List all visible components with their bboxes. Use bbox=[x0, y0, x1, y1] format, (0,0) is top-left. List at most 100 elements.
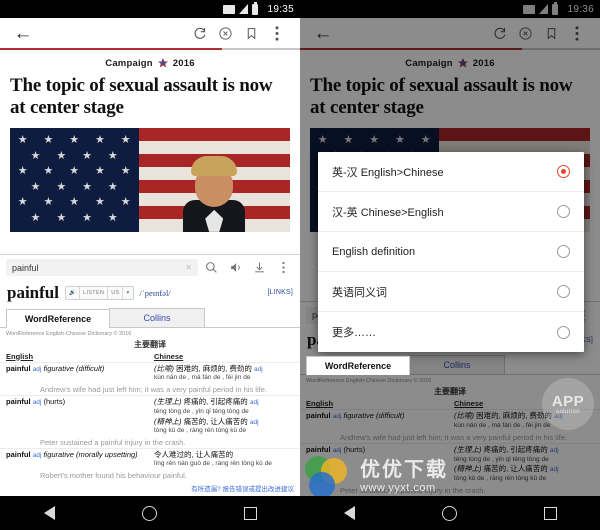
def-pinyin: lìng rén nán guò de , ràng rén tòng kǔ d… bbox=[154, 460, 272, 468]
def-chinese: 令人难过的, 让人痛苦的 bbox=[154, 450, 234, 460]
status-time: 19:35 bbox=[267, 3, 294, 15]
signal-icon bbox=[239, 4, 249, 14]
phonetic-transcription: /ˈpeɪnfəl/ bbox=[139, 287, 171, 298]
refresh-icon[interactable] bbox=[186, 20, 212, 46]
radio-icon[interactable] bbox=[557, 325, 570, 339]
dictionary-mode-dialog: 英-汉 English>Chinese 汉-英 Chinese>English … bbox=[318, 152, 584, 352]
radio-icon[interactable] bbox=[557, 165, 570, 178]
left-phone-screen: 19:35 ← Campaign 2016 The topic of sexua… bbox=[0, 0, 300, 530]
report-error-link[interactable]: 有所遗漏? 报告错误或提出改进建议 bbox=[0, 481, 300, 496]
nav-back-icon[interactable] bbox=[43, 506, 55, 520]
kicker-post-label: 2016 bbox=[172, 57, 195, 69]
entry-pos: adj bbox=[32, 399, 42, 407]
wifi-icon bbox=[223, 4, 236, 14]
dictionary-overflow-icon[interactable] bbox=[272, 257, 294, 279]
appsolution-watermark: APP solution bbox=[542, 378, 594, 430]
def-chinese: 困难的, 麻烦的, 费劲的 bbox=[176, 363, 252, 373]
watermark-brand-url: www.yyxt.com bbox=[360, 482, 436, 494]
bookmark-icon[interactable] bbox=[238, 20, 264, 46]
site-logo-watermark bbox=[305, 456, 349, 498]
watermark-brand-cn: 优优下载 bbox=[360, 459, 448, 481]
clear-icon[interactable]: ✕ bbox=[185, 263, 192, 272]
option-label: 英语同义词 bbox=[332, 286, 387, 299]
dialog-option-english-chinese[interactable]: 英-汉 English>Chinese bbox=[318, 152, 584, 192]
def-pos: adj bbox=[254, 365, 263, 373]
system-nav-bar bbox=[300, 496, 600, 530]
entry-sense: figurative (morally upsetting) bbox=[43, 450, 138, 460]
dictionary-sheet: painful ✕ painful 🔊 bbox=[0, 253, 300, 496]
browser-toolbar: ← bbox=[0, 18, 300, 48]
entry-pos: adj bbox=[32, 365, 42, 373]
watermark-app-label: APP bbox=[551, 392, 585, 410]
entry-headword: painful bbox=[6, 397, 31, 407]
links-button[interactable]: [LINKS] bbox=[267, 289, 293, 296]
def-marker: (生理上) bbox=[154, 397, 182, 407]
tab-wordreference[interactable]: WordReference bbox=[306, 356, 410, 376]
overflow-menu-icon[interactable] bbox=[264, 20, 290, 46]
def-pinyin: kùn nán de , má fán de , fèi jìn de bbox=[154, 374, 251, 382]
speaker-icon[interactable] bbox=[224, 257, 246, 279]
section-title: 主要翻译 bbox=[134, 339, 166, 349]
tab-wordreference[interactable]: WordReference bbox=[6, 308, 110, 328]
screenshot-stage: 19:35 ← Campaign 2016 The topic of sexua… bbox=[0, 0, 600, 530]
radio-icon[interactable] bbox=[557, 205, 570, 218]
back-arrow-icon[interactable]: ← bbox=[10, 20, 36, 46]
nav-recents-icon[interactable] bbox=[543, 506, 557, 520]
dialog-option-more[interactable]: 更多…… bbox=[318, 312, 584, 352]
option-label: 更多…… bbox=[332, 327, 376, 339]
campaign-star-icon bbox=[157, 57, 169, 69]
nav-recents-icon[interactable] bbox=[243, 506, 257, 520]
listen-label: LISTEN bbox=[79, 286, 107, 299]
entry-headword: painful bbox=[6, 363, 31, 373]
def-pinyin: tòng kǔ de , ràng rén tòng kǔ de bbox=[154, 427, 247, 435]
def-chinese: 疼痛的, 引起疼痛的 bbox=[183, 397, 248, 407]
headword: painful bbox=[7, 282, 59, 302]
option-label: 汉-英 Chinese>English bbox=[332, 206, 444, 219]
status-bar: 19:35 bbox=[0, 0, 300, 18]
table-row: painful adj (hurts) (生理上) 疼痛的, 引起疼痛的 adj… bbox=[0, 395, 300, 437]
def-pos: adj bbox=[249, 399, 259, 407]
search-input[interactable]: painful ✕ bbox=[6, 259, 198, 277]
nav-back-icon[interactable] bbox=[343, 506, 355, 520]
dictionary-tabs: WordReference Collins bbox=[0, 307, 300, 328]
entry-sense: figurative (difficult) bbox=[43, 363, 105, 373]
def-pinyin: téng tòng de , yǐn qǐ téng tòng de bbox=[154, 407, 249, 415]
col-english-label: English bbox=[6, 351, 34, 361]
entry-example: Andrew's wife had just left him; it was … bbox=[40, 385, 267, 395]
def-chinese: 痛苦的, 让人痛苦的 bbox=[183, 416, 248, 426]
nav-home-icon[interactable] bbox=[141, 505, 157, 521]
entry-pos: adj bbox=[32, 452, 42, 460]
search-icon[interactable] bbox=[200, 257, 222, 279]
table-row: painful adj figurative (morally upsettin… bbox=[0, 448, 300, 470]
entry-example: Peter sustained a painful injury in the … bbox=[40, 438, 186, 448]
entry-example: Robert's mother found his behaviour pain… bbox=[40, 471, 187, 480]
region-select[interactable]: US bbox=[107, 286, 122, 299]
dialog-option-chinese-english[interactable]: 汉-英 Chinese>English bbox=[318, 192, 584, 232]
nav-home-icon[interactable] bbox=[441, 505, 457, 521]
status-icons: 19:35 bbox=[223, 1, 294, 15]
article-headline: The topic of sexual assault is now at ce… bbox=[10, 75, 273, 119]
dialog-option-english-definition[interactable]: English definition bbox=[318, 232, 584, 272]
option-label: 英-汉 English>Chinese bbox=[332, 166, 444, 179]
dialog-option-english-synonyms[interactable]: 英语同义词 bbox=[318, 272, 584, 312]
option-label: English definition bbox=[332, 245, 416, 258]
candidate-portrait bbox=[183, 155, 246, 232]
listen-button[interactable]: 🔊 LISTEN US ▾ bbox=[64, 285, 134, 300]
battery-icon bbox=[252, 1, 259, 15]
chevron-down-icon[interactable]: ▾ bbox=[122, 286, 132, 299]
def-marker: (比喻) bbox=[154, 363, 174, 373]
radio-icon[interactable] bbox=[557, 245, 570, 258]
entry-headword: painful bbox=[6, 450, 31, 460]
dictionary-search-row: painful ✕ bbox=[0, 255, 300, 281]
col-chinese-label: Chinese bbox=[154, 351, 184, 361]
def-pos: adj bbox=[249, 418, 259, 426]
article-photo: ★★★★★ ★★★★ ★★★★★ ★★★★ ★★★★★ ★★★★ bbox=[10, 127, 290, 232]
radio-icon[interactable] bbox=[557, 285, 570, 298]
tab-collins[interactable]: Collins bbox=[109, 307, 205, 327]
search-input-value: painful bbox=[12, 262, 39, 273]
listen-speaker-icon: 🔊 bbox=[68, 289, 77, 296]
def-marker: (精神上) bbox=[154, 416, 182, 426]
right-phone-screen: 19:36 ← Campaign 2016 The topic of sexua… bbox=[300, 0, 600, 530]
download-icon[interactable] bbox=[248, 257, 270, 279]
close-icon[interactable] bbox=[212, 20, 238, 46]
